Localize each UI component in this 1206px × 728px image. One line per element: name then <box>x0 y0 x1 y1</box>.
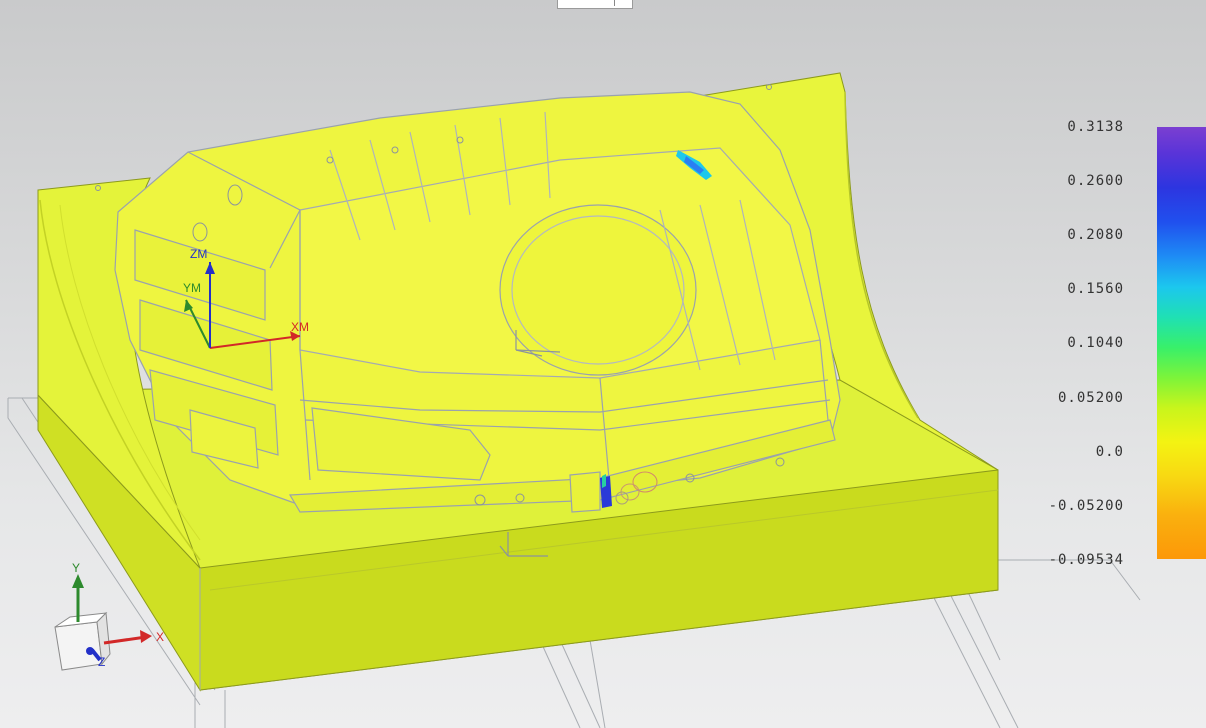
legend-value-8: -0.09534 <box>1048 552 1124 568</box>
abs-csys-z-label: Z <box>98 655 105 669</box>
legend-value-4: 0.1040 <box>1067 335 1124 351</box>
legend-value-1: 0.2600 <box>1067 173 1124 189</box>
abs-csys-x-label: X <box>156 630 164 644</box>
graphics-viewport[interactable]: ⌖ <box>0 0 1206 728</box>
part-body <box>114 91 841 513</box>
legend-color-bar <box>1157 127 1206 559</box>
legend-value-2: 0.2080 <box>1067 227 1124 243</box>
work-csys-x-label: XM <box>291 320 309 334</box>
work-csys-z-label: ZM <box>190 247 207 261</box>
work-csys-y-label: YM <box>183 281 201 295</box>
legend-value-5: 0.05200 <box>1057 390 1124 406</box>
abs-csys-y-label: Y <box>72 561 80 575</box>
model-canvas[interactable]: XM YM ZM Y X Z <box>0 0 1206 728</box>
legend-value-3: 0.1560 <box>1067 281 1124 297</box>
legend-value-0: 0.3138 <box>1067 119 1124 135</box>
legend-value-7: -0.05200 <box>1048 498 1124 514</box>
legend-value-6: 0.0 <box>1095 444 1124 460</box>
